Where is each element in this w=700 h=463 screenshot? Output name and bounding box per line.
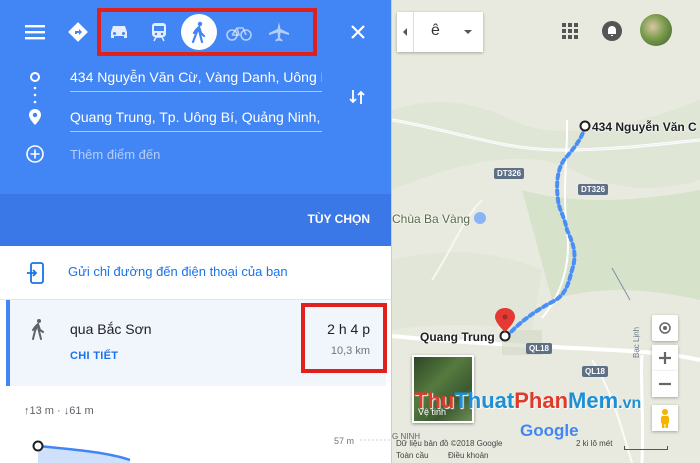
origin-circle-icon — [30, 72, 40, 82]
swap-icon — [349, 90, 365, 104]
map-search-box[interactable]: ê — [397, 12, 483, 52]
terms-link[interactable]: Điều khoản — [448, 451, 488, 460]
avatar[interactable] — [640, 14, 672, 46]
origin-marker[interactable] — [579, 120, 591, 132]
add-destination-icon[interactable] — [25, 144, 45, 164]
map-data-credit: Dữ liệu bản đồ ©2018 Google — [396, 439, 503, 448]
map-origin-label: 434 Nguyễn Văn C — [592, 120, 697, 134]
add-destination-link[interactable]: Thêm điểm đến — [70, 147, 160, 162]
directions-button[interactable] — [66, 20, 90, 44]
hamburger-icon — [25, 25, 45, 40]
watermark-part: .vn — [618, 395, 642, 412]
destination-pin-icon — [29, 109, 41, 125]
watermark-part: Mem — [568, 388, 619, 413]
side-road-label: Bạc Lịnh — [632, 326, 641, 358]
swap-button[interactable] — [345, 85, 369, 109]
destination-marker[interactable] — [499, 330, 511, 342]
poi-icon[interactable] — [474, 212, 486, 224]
apps-grid-icon — [562, 23, 578, 39]
details-link[interactable]: CHI TIẾT — [70, 350, 118, 362]
zoom-in-button[interactable] — [652, 345, 678, 371]
send-to-phone-row[interactable]: Gửi chỉ đường đến điện thoại của bạn — [0, 246, 391, 300]
destination-row: Quang Trung, Tp. Uông Bí, Quảng Ninh, V — [0, 98, 391, 138]
options-button[interactable]: TÙY CHỌN — [308, 212, 370, 226]
watermark-part: Phan — [514, 388, 569, 413]
walking-icon — [32, 319, 44, 340]
elevation-axis-label: 57 m — [334, 436, 355, 446]
scale-bar — [624, 446, 668, 450]
pegman-button[interactable] — [652, 405, 678, 431]
road-label-ql18-b: QL18 — [582, 366, 609, 377]
zoom-out-button[interactable] — [652, 371, 678, 397]
options-bar: TÙY CHỌN — [0, 194, 391, 246]
send-to-phone-icon — [27, 262, 44, 284]
directions-diamond-icon — [68, 22, 88, 42]
watermark-logo: ThuThuatPhanMem.vn — [414, 388, 641, 414]
close-icon — [351, 25, 365, 39]
scale-label: 2 ki lô mét — [576, 439, 613, 448]
google-logo: Google — [520, 421, 579, 440]
origin-input[interactable]: 434 Nguyễn Văn Cừ, Vàng Danh, Uông B — [70, 66, 322, 92]
watermark-part: Thu — [414, 388, 455, 413]
collapse-arrow-icon[interactable] — [401, 27, 409, 37]
duration-highlight-box — [301, 303, 387, 373]
dropdown-icon[interactable] — [463, 29, 473, 35]
road-label-ql18-a: QL18 — [526, 343, 553, 354]
directions-panel: 434 Nguyễn Văn Cừ, Vàng Danh, Uông B Qua… — [0, 0, 392, 463]
search-input[interactable]: ê — [431, 22, 440, 40]
mode-highlight-box — [97, 8, 317, 56]
road-label-dt326-a: DT326 — [494, 168, 525, 179]
destination-input[interactable]: Quang Trung, Tp. Uông Bí, Quảng Ninh, V — [70, 106, 322, 132]
road-label-dt326-b: DT326 — [578, 184, 609, 195]
directions-header: 434 Nguyễn Văn Cừ, Vàng Danh, Uông B Qua… — [0, 0, 391, 246]
origin-row: 434 Nguyễn Văn Cừ, Vàng Danh, Uông B — [0, 58, 391, 98]
minus-icon — [659, 382, 671, 386]
global-link[interactable]: Toàn cầu — [396, 451, 428, 460]
bell-icon — [602, 21, 622, 41]
map-poi-label[interactable]: Chùa Ba Vàng — [392, 212, 470, 226]
close-button[interactable] — [344, 18, 372, 46]
search-divider — [413, 12, 414, 52]
pegman-icon — [661, 409, 669, 428]
route-via: qua Bắc Sơn — [70, 321, 152, 337]
menu-button[interactable] — [22, 20, 50, 44]
map-destination-label: Quang Trung — [420, 330, 495, 344]
apps-button[interactable] — [558, 19, 582, 43]
my-location-icon — [659, 322, 671, 334]
notifications-button[interactable] — [600, 19, 624, 43]
plus-icon — [659, 352, 671, 364]
watermark-part: Thuat — [454, 388, 515, 413]
my-location-button[interactable] — [652, 315, 678, 341]
elevation-summary: ↑13 m · ↓61 m — [24, 405, 94, 417]
send-to-phone-link[interactable]: Gửi chỉ đường đến điện thoại của bạn — [68, 264, 288, 279]
